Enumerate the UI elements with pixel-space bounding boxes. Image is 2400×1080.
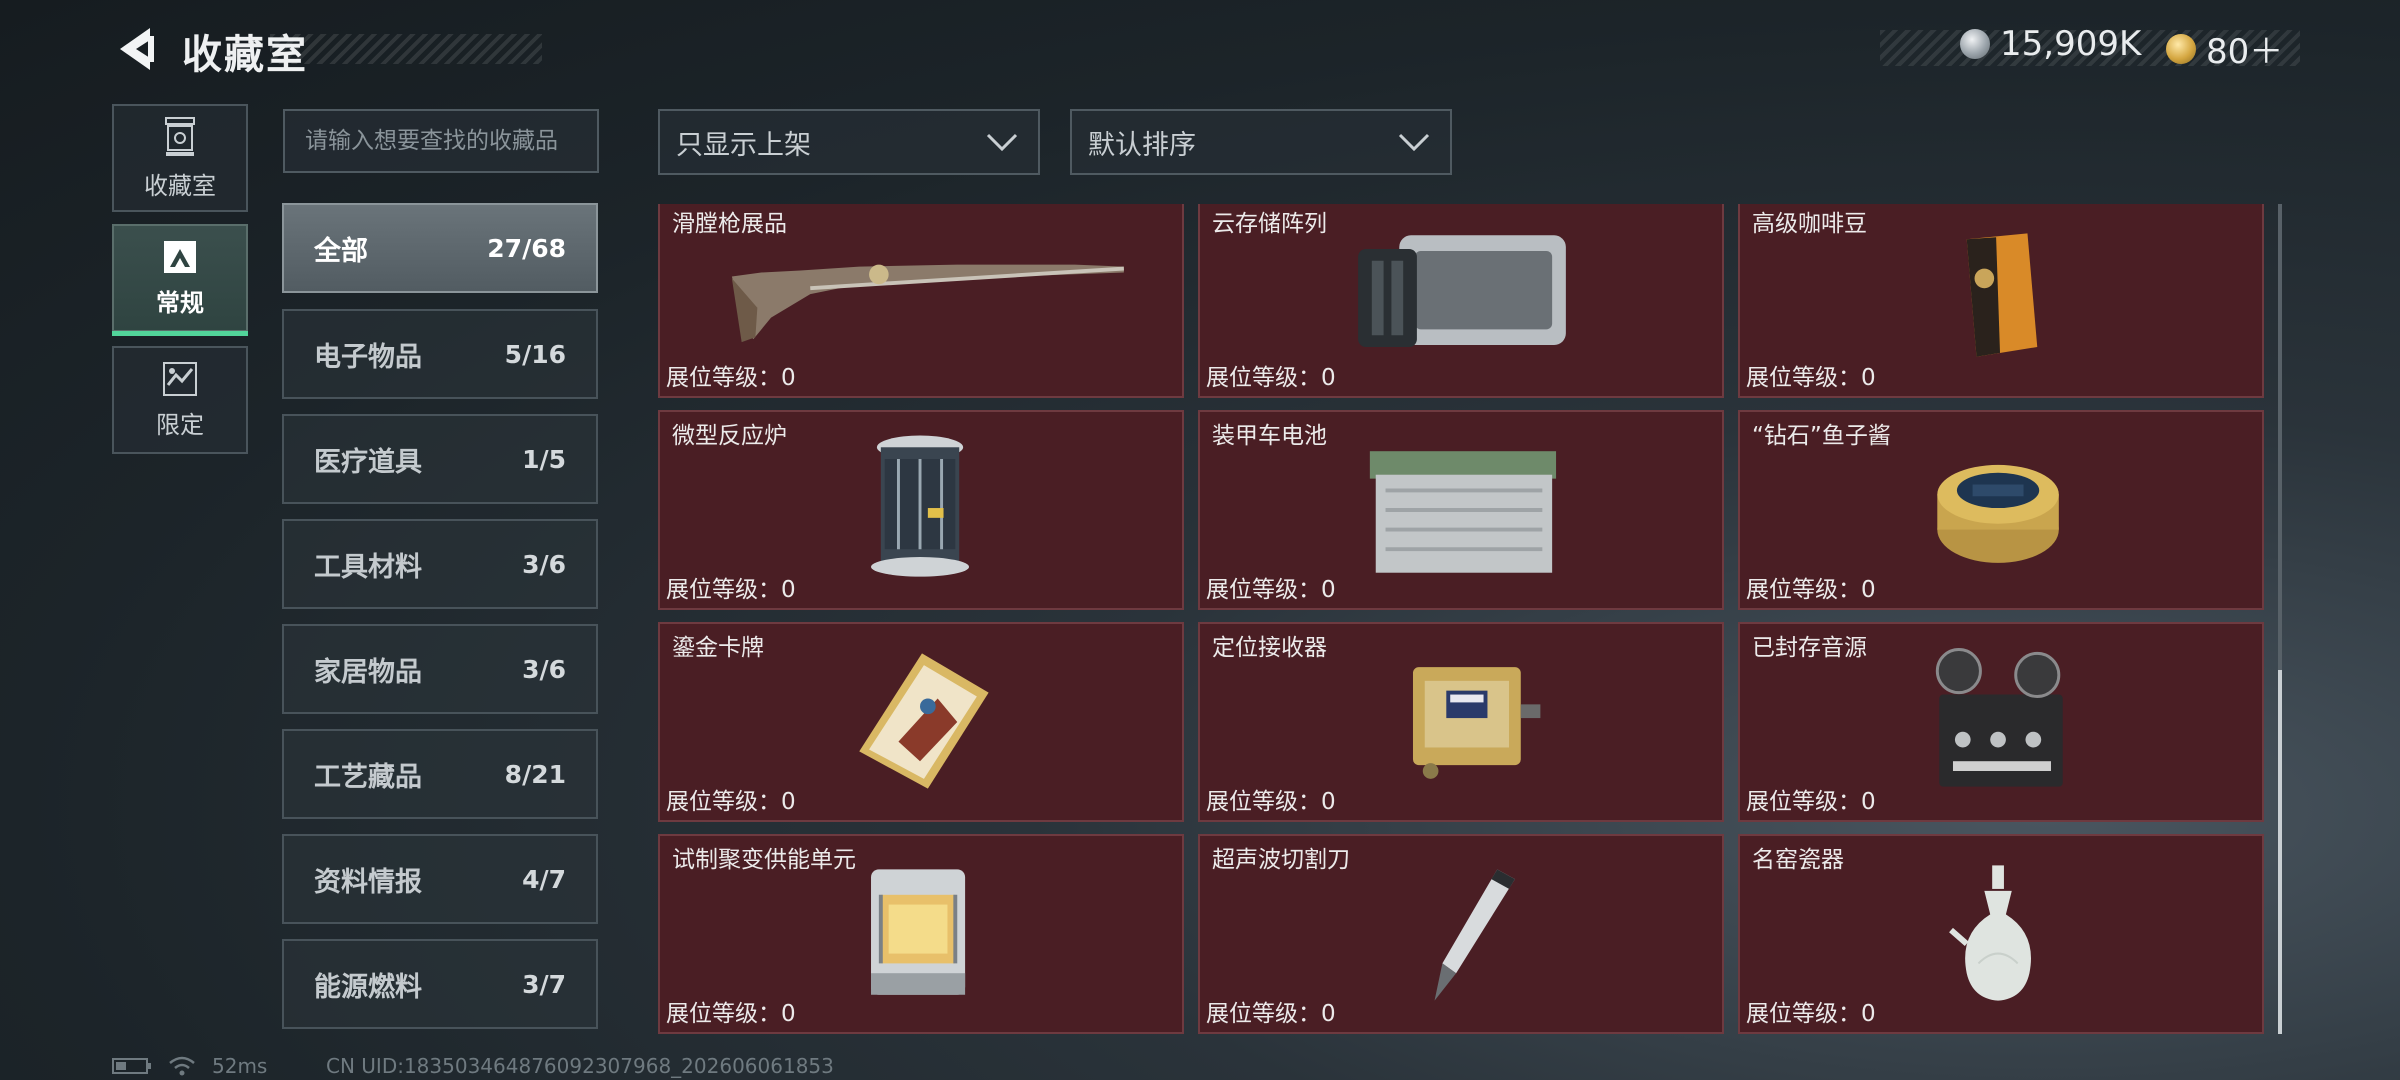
category-count: 3/7 [522, 969, 566, 999]
item-name: 鎏金卡牌 [672, 635, 764, 661]
item-name: 云存储阵列 [1212, 211, 1327, 237]
side-tab-label: 收藏室 [144, 171, 216, 200]
currency-gold[interactable]: 80＋ [2166, 24, 2283, 73]
latency-text: 52ms [212, 1054, 268, 1078]
item-level: 展位等级：0 [666, 1001, 796, 1027]
collection-item-card[interactable]: 滑膛枪展品 展位等级：0 [658, 204, 1184, 398]
item-level: 展位等级：0 [1206, 789, 1336, 815]
header-bar: 收藏室 15,909K 80＋ [0, 0, 2400, 100]
category-intel[interactable]: 资料情报 4/7 [282, 834, 598, 924]
display-filter-value: 只显示上架 [676, 129, 811, 161]
category-count: 8/21 [504, 759, 566, 789]
collection-item-card[interactable]: 高级咖啡豆 展位等级：0 [1738, 204, 2264, 398]
collection-item-card[interactable]: 装甲车电池 展位等级：0 [1198, 410, 1724, 610]
chevron-down-icon [1398, 133, 1430, 152]
collection-item-card[interactable]: 定位接收器 展位等级：0 [1198, 622, 1724, 822]
category-count: 3/6 [522, 654, 566, 684]
collection-item-card[interactable]: 鎏金卡牌 展位等级：0 [658, 622, 1184, 822]
gold-coin-icon [2166, 33, 2196, 64]
category-name: 家居物品 [314, 656, 422, 688]
item-name: 定位接收器 [1212, 635, 1327, 661]
item-level: 展位等级：0 [1746, 365, 1876, 391]
category-count: 4/7 [522, 864, 566, 894]
collection-item-card[interactable]: 名窑瓷器 展位等级：0 [1738, 834, 2264, 1034]
limited-collection-icon [163, 361, 197, 396]
category-count: 1/5 [522, 444, 566, 474]
side-tab-regular[interactable]: 常规 [112, 224, 248, 336]
category-name: 全部 [314, 235, 368, 267]
collection-item-card[interactable]: “钻石”鱼子酱 展位等级：0 [1738, 410, 2264, 610]
collection-item-card[interactable]: 微型反应炉 展位等级：0 [658, 410, 1184, 610]
display-case-icon [165, 116, 195, 156]
back-button[interactable] [110, 22, 160, 76]
category-name: 医疗道具 [314, 446, 422, 478]
grid-scrollbar-thumb[interactable] [2278, 670, 2282, 1034]
item-level: 展位等级：0 [1746, 789, 1876, 815]
category-tools[interactable]: 工具材料 3/6 [282, 519, 598, 609]
category-energy[interactable]: 能源燃料 3/7 [282, 939, 598, 1029]
user-uid: CN UID:18350346487609230​7968_2026060618… [326, 1054, 834, 1078]
title-decoration [270, 34, 542, 64]
category-count: 5/16 [504, 339, 566, 369]
sort-value: 默认排序 [1088, 129, 1196, 161]
back-arrow-icon [120, 28, 154, 70]
category-household[interactable]: 家居物品 3/6 [282, 624, 598, 714]
side-tab-collection-room[interactable]: 收藏室 [112, 104, 248, 212]
status-bar: 52ms [112, 1054, 267, 1078]
item-name: 微型反应炉 [672, 423, 787, 449]
battery-icon [112, 1058, 151, 1074]
side-tab-label: 常规 [156, 288, 204, 317]
category-name: 工艺藏品 [314, 761, 422, 793]
item-name: 试制聚变供能单元 [672, 847, 856, 873]
item-level: 展位等级：0 [1746, 1001, 1876, 1027]
side-tab-limited[interactable]: 限定 [112, 346, 248, 454]
item-name: 装甲车电池 [1212, 423, 1327, 449]
category-name: 工具材料 [314, 551, 422, 583]
category-all[interactable]: 全部 27/68 [282, 203, 598, 293]
category-name: 能源燃料 [314, 971, 422, 1003]
collection-item-card[interactable]: 已封存音源 展位等级：0 [1738, 622, 2264, 822]
wifi-icon [169, 1056, 195, 1076]
category-count: 27/68 [487, 233, 566, 263]
regular-collection-icon [164, 240, 196, 273]
category-name: 资料情报 [314, 866, 422, 898]
item-name: 超声波切割刀 [1212, 847, 1350, 873]
item-level: 展位等级：0 [666, 789, 796, 815]
silver-coin-icon [1960, 29, 1990, 59]
item-level: 展位等级：0 [1206, 365, 1336, 391]
currency-gold-value: 80＋ [2206, 32, 2284, 72]
category-medical[interactable]: 医疗道具 1/5 [282, 414, 598, 504]
display-filter-dropdown[interactable]: 只显示上架 [658, 109, 1040, 175]
category-count: 3/6 [522, 549, 566, 579]
item-level: 展位等级：0 [666, 365, 796, 391]
category-electronics[interactable]: 电子物品 5/16 [282, 309, 598, 399]
item-name: 滑膛枪展品 [672, 211, 787, 237]
category-crafts[interactable]: 工艺藏品 8/21 [282, 729, 598, 819]
page-title: 收藏室 [182, 32, 308, 78]
item-name: “钻石”鱼子酱 [1752, 423, 1891, 449]
chevron-down-icon [986, 133, 1018, 152]
item-name: 已封存音源 [1752, 635, 1867, 661]
item-level: 展位等级：0 [1206, 1001, 1336, 1027]
collection-grid: 滑膛枪展品 展位等级：0 云存储阵列 展位等级：0 高级咖啡豆 展位等级：0 微… [656, 204, 2264, 1034]
item-level: 展位等级：0 [1746, 577, 1876, 603]
collection-item-card[interactable]: 试制聚变供能单元 展位等级：0 [658, 834, 1184, 1034]
currency-silver[interactable]: 15,909K [1960, 24, 2141, 64]
currency-silver-value: 15,909K [2000, 24, 2142, 64]
item-name: 名窑瓷器 [1752, 847, 1844, 873]
sort-dropdown[interactable]: 默认排序 [1070, 109, 1452, 175]
search-input[interactable] [305, 128, 577, 154]
search-box [283, 109, 599, 173]
item-level: 展位等级：0 [666, 577, 796, 603]
collection-item-card[interactable]: 云存储阵列 展位等级：0 [1198, 204, 1724, 398]
category-name: 电子物品 [314, 341, 422, 373]
collection-item-card[interactable]: 超声波切割刀 展位等级：0 [1198, 834, 1724, 1034]
side-tab-label: 限定 [156, 410, 204, 439]
item-name: 高级咖啡豆 [1752, 211, 1867, 237]
item-level: 展位等级：0 [1206, 577, 1336, 603]
